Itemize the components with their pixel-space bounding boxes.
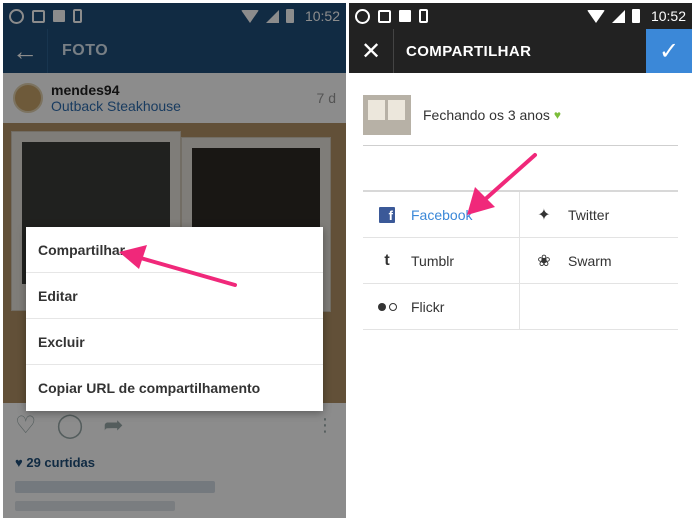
signal-icon [611, 9, 625, 23]
photo-screen: 10:52 ← FOTO mendes94 Outback Steakhouse… [3, 3, 346, 518]
share-screen: 10:52 ✕ COMPARTILHAR ✓ Fechando os 3 ano… [349, 3, 692, 518]
check-icon: ✓ [658, 37, 680, 65]
share-label: Twitter [568, 206, 610, 223]
flickr-icon [377, 302, 397, 311]
share-tumblr[interactable]: t Tumblr [363, 238, 520, 283]
share-swarm[interactable]: ❀ Swarm [520, 238, 677, 283]
share-flickr[interactable]: Flickr [363, 284, 520, 329]
menu-item-edit[interactable]: Editar [26, 273, 323, 319]
menu-item-delete[interactable]: Excluir [26, 319, 323, 365]
post-preview: Fechando os 3 anos ♥ [363, 85, 678, 145]
share-row: t Tumblr ❀ Swarm [363, 238, 678, 284]
image-icon [378, 9, 391, 23]
page-title: COMPARTILHAR [406, 42, 532, 60]
post-caption: Fechando os 3 anos [423, 107, 550, 123]
share-row: f Facebook ✦ Twitter [363, 192, 678, 238]
share-empty-cell [520, 284, 677, 329]
battery-icon [631, 9, 640, 23]
share-label: Facebook [411, 206, 473, 223]
close-icon[interactable]: ✕ [349, 29, 393, 73]
share-twitter[interactable]: ✦ Twitter [520, 192, 677, 237]
facebook-icon: f [379, 206, 395, 223]
wifi-icon [586, 9, 605, 23]
share-label: Tumblr [411, 252, 455, 269]
swarm-icon: ❀ [537, 252, 551, 270]
divider [363, 145, 678, 146]
whatsapp-icon [355, 8, 370, 24]
confirm-check-button[interactable]: ✓ [646, 29, 692, 73]
share-row: Flickr [363, 284, 678, 330]
green-heart-icon: ♥ [553, 108, 561, 122]
menu-item-copy-url[interactable]: Copiar URL de compartilhamento [26, 365, 323, 411]
tumblr-icon: t [384, 251, 390, 269]
screenshot-pair: 10:52 ← FOTO mendes94 Outback Steakhouse… [0, 0, 695, 521]
menu-item-share[interactable]: Compartilhar [26, 227, 323, 273]
share-label: Flickr [411, 298, 445, 315]
status-bar: 10:52 [349, 3, 692, 29]
app-bar: ✕ COMPARTILHAR ✓ [349, 29, 692, 73]
status-time: 10:52 [650, 8, 686, 24]
share-facebook[interactable]: f Facebook [363, 192, 520, 237]
options-menu: Compartilhar Editar Excluir Copiar URL d… [26, 227, 323, 411]
notification-icon [399, 10, 411, 22]
phone-icon [419, 9, 428, 23]
share-targets: f Facebook ✦ Twitter t Tumblr ❀ Swarm Fl… [363, 192, 678, 330]
share-label: Swarm [568, 252, 612, 269]
twitter-icon: ✦ [537, 206, 551, 224]
post-thumbnail [363, 95, 411, 135]
